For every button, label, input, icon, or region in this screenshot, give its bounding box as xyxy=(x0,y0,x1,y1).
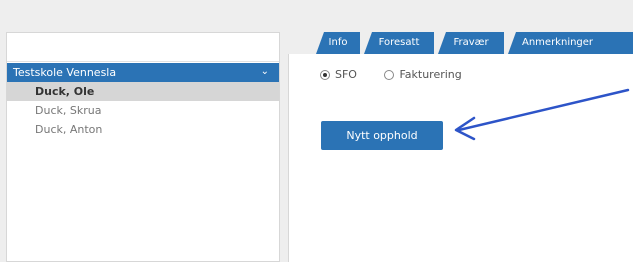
annotation-arrow-icon xyxy=(454,88,630,141)
